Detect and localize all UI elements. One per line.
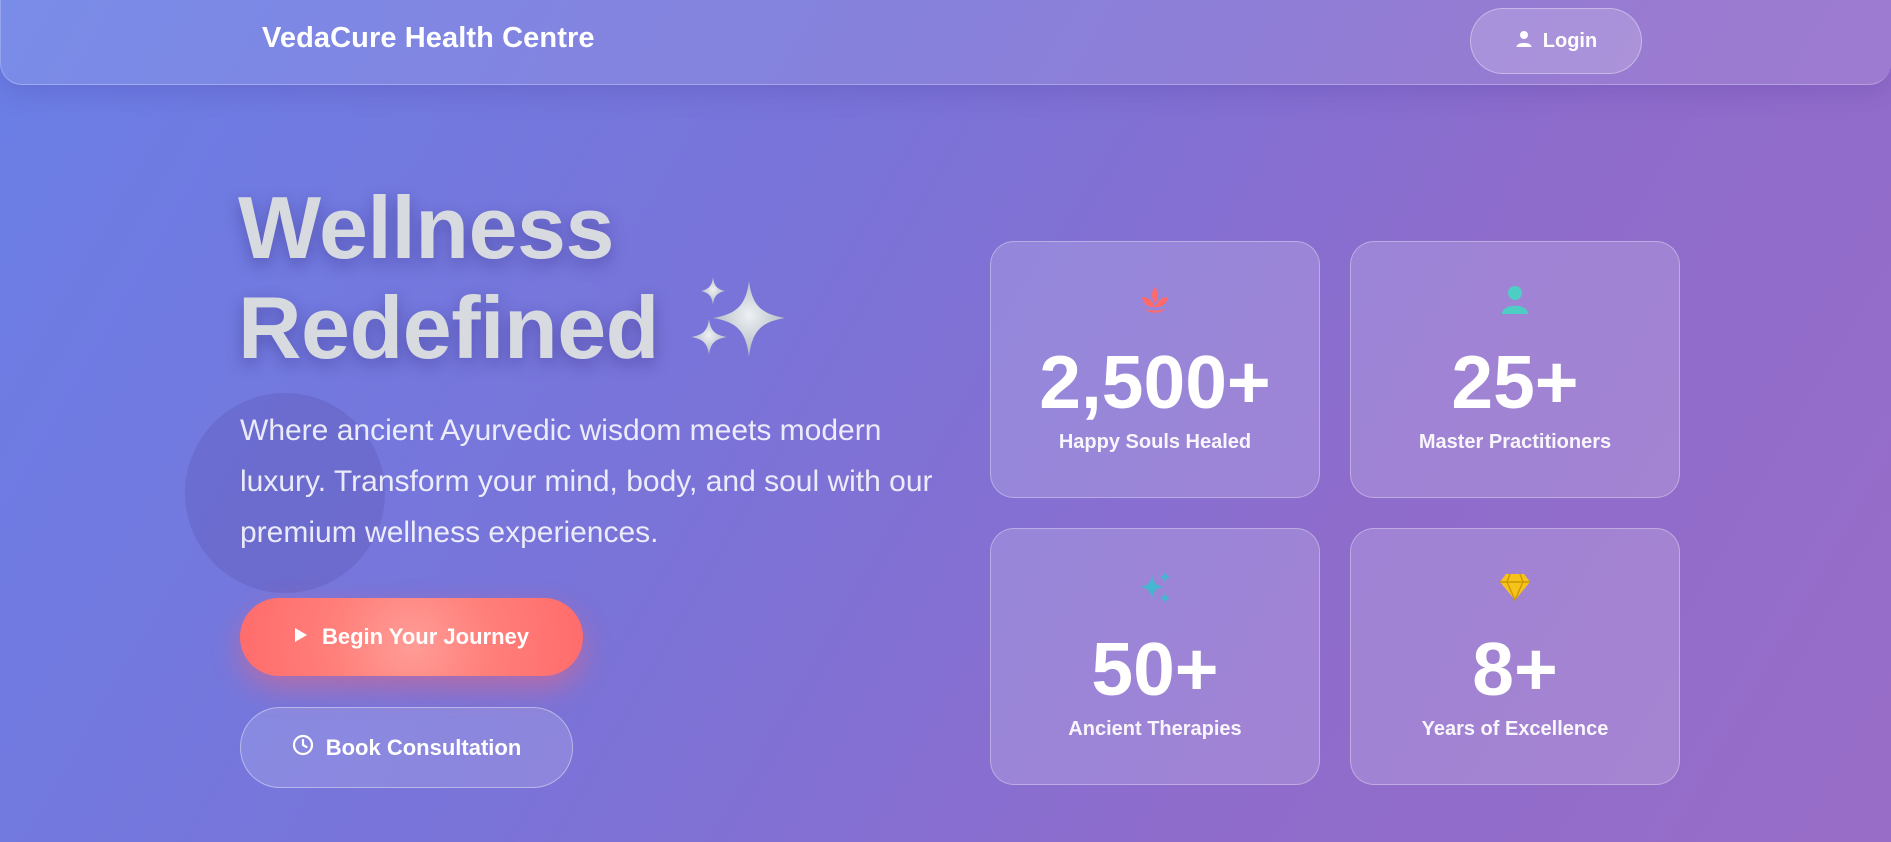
book-consultation-label: Book Consultation <box>325 734 522 760</box>
hero-title-line2: Redefined <box>238 278 659 377</box>
book-consultation-button[interactable]: Book Consultation <box>240 707 573 788</box>
gem-icon <box>1351 569 1679 605</box>
login-button[interactable]: Login <box>1470 8 1642 74</box>
user-icon <box>1515 30 1533 53</box>
sparkles-icon <box>991 569 1319 605</box>
sparkles-icon <box>690 275 789 381</box>
stat-card-therapies: 50+ Ancient Therapies <box>990 528 1320 785</box>
stat-value: 25+ <box>1451 340 1579 424</box>
play-icon <box>294 627 308 648</box>
stat-label: Happy Souls Healed <box>1058 431 1252 453</box>
navbar: VedaCure Health Centre Login <box>0 0 1891 85</box>
hero-subtitle: Where ancient Ayurvedic wisdom meets mod… <box>240 414 933 549</box>
clock-icon <box>292 734 314 761</box>
stat-label: Master Practitioners <box>1418 431 1612 453</box>
stat-label: Years of Excellence <box>1421 718 1609 740</box>
stat-card-practitioners: 25+ Master Practitioners <box>1350 241 1680 498</box>
user-md-icon <box>1351 282 1679 318</box>
stat-value: 8+ <box>1472 627 1558 711</box>
stat-label: Ancient Therapies <box>1068 718 1242 740</box>
brand-name[interactable]: VedaCure Health Centre <box>262 22 595 55</box>
begin-journey-button[interactable]: Begin Your Journey <box>240 598 583 676</box>
stat-card-happy-souls: 2,500+ Happy Souls Healed <box>990 241 1320 498</box>
lotus-icon <box>991 282 1319 318</box>
hero-title: Wellness Redefined <box>238 178 789 381</box>
stat-value: 50+ <box>1091 627 1219 711</box>
stat-card-years: 8+ Years of Excellence <box>1350 528 1680 785</box>
login-label: Login <box>1542 29 1598 52</box>
begin-journey-label: Begin Your Journey <box>321 624 529 649</box>
stat-value: 2,500+ <box>1039 340 1271 424</box>
hero-title-line2-wrap: Redefined <box>238 275 789 381</box>
hero-title-line1: Wellness <box>238 178 614 277</box>
